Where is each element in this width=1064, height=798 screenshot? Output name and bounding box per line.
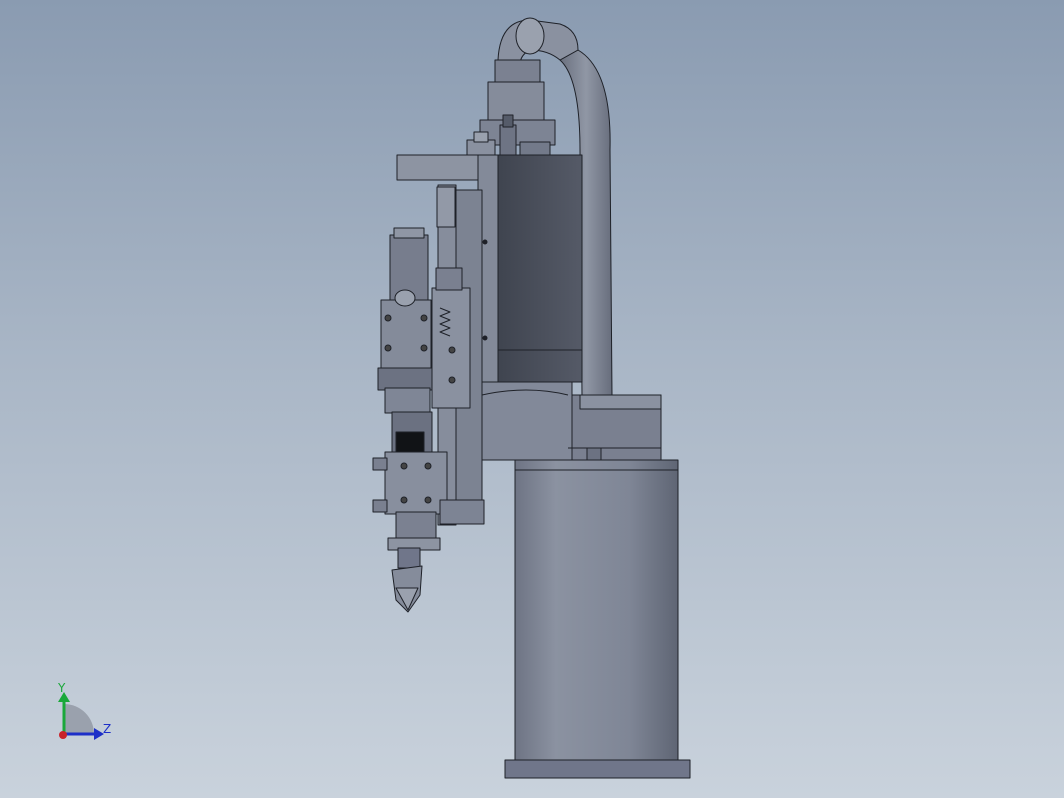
spring-bracket bbox=[431, 267, 471, 409]
shoulder-joint bbox=[481, 381, 662, 461]
actuator-cylinder bbox=[377, 227, 437, 414]
guide-rail bbox=[439, 499, 485, 525]
motor-block bbox=[496, 154, 583, 383]
robot-arm-model[interactable] bbox=[0, 0, 1064, 798]
cad-viewport[interactable]: Y Z bbox=[0, 0, 1064, 798]
base-column bbox=[504, 459, 691, 779]
laser-head bbox=[372, 411, 448, 613]
